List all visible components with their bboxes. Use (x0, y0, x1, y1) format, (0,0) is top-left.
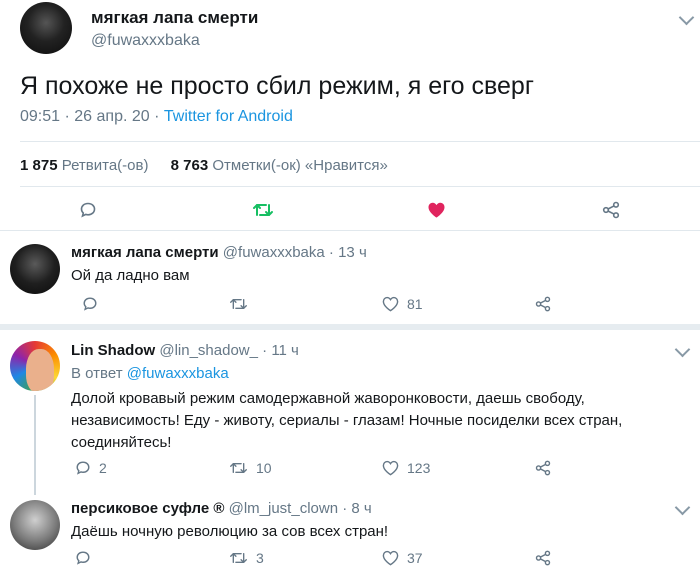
tweet-text: Я похоже не просто сбил режим, я его све… (20, 72, 534, 100)
reply-button[interactable]: 2 (75, 460, 107, 476)
reply-author-name[interactable]: Lin Shadow (71, 342, 155, 359)
reply-author-handle[interactable]: @lm_just_clown (229, 500, 338, 517)
share-button[interactable] (535, 460, 551, 476)
reply-header: мягкая лапа смерти @fuwaxxxbaka · 13 ч (71, 244, 367, 261)
reply-icon (80, 202, 96, 218)
meta-dot: · (262, 342, 268, 359)
reply-author-handle[interactable]: @fuwaxxxbaka (223, 244, 325, 261)
like-button[interactable]: 37 (382, 550, 423, 566)
chevron-down-icon[interactable] (678, 9, 695, 26)
reply-avatar[interactable] (10, 244, 60, 294)
chevron-down-icon[interactable] (674, 499, 691, 516)
meta-dot: · (342, 500, 348, 517)
share-icon (535, 550, 551, 566)
tweet-time: 09:51 (20, 108, 61, 125)
retweets-count: 1 875 (20, 157, 58, 174)
retweets-stat[interactable]: 1 875 Ретвита(-ов) (20, 157, 153, 174)
share-icon (602, 201, 620, 219)
reply-count: 2 (99, 460, 107, 476)
retweet-button[interactable]: 3 (229, 550, 264, 566)
tweet-meta: 09:51 · 26 апр. 20 · Twitter for Android (20, 108, 293, 126)
reply-text: Даёшь ночную революцию за сов всех стран… (71, 523, 389, 540)
heart-icon (382, 550, 399, 566)
share-action-button[interactable] (602, 201, 620, 219)
retweet-icon (253, 204, 273, 216)
reply-to-link[interactable]: @fuwaxxxbaka (127, 365, 229, 382)
reply-avatar[interactable] (10, 341, 60, 391)
heart-icon (382, 296, 399, 312)
retweet-icon (230, 462, 247, 474)
tweet-source[interactable]: Twitter for Android (164, 108, 293, 125)
share-button[interactable] (535, 550, 551, 566)
reply-button[interactable] (82, 296, 106, 312)
tweet-stats: 1 875 Ретвита(-ов) 8 763 Отметки(-ок) «Н… (20, 157, 388, 174)
retweet-count: 10 (256, 460, 272, 476)
reply-age[interactable]: 8 ч (351, 500, 371, 517)
retweet-count: 3 (256, 550, 264, 566)
section-divider (0, 324, 700, 330)
chevron-down-icon[interactable] (674, 341, 691, 358)
retweet-icon (230, 552, 247, 564)
retweet-icon (230, 298, 247, 310)
reply-action-button[interactable] (79, 201, 97, 219)
reply-author-name[interactable]: персиковое суфле ® (71, 500, 224, 517)
reply-to-label: В ответ (71, 365, 123, 382)
like-action-button[interactable] (427, 201, 446, 219)
retweets-label: Ретвита(-ов) (61, 157, 149, 174)
author-name[interactable]: мягкая лапа смерти (91, 8, 258, 28)
heart-icon (428, 202, 445, 218)
author-avatar[interactable] (20, 2, 72, 54)
retweet-action-button[interactable] (252, 201, 274, 219)
share-icon (535, 296, 551, 312)
divider (20, 141, 700, 142)
tweet-date: 26 апр. 20 (74, 108, 150, 125)
reply-author-handle[interactable]: @lin_shadow_ (159, 342, 258, 359)
reply-avatar[interactable] (10, 500, 60, 550)
thread-line (34, 395, 36, 495)
reply-icon (83, 297, 97, 311)
reply-age[interactable]: 13 ч (338, 244, 367, 261)
like-count: 81 (407, 296, 423, 312)
reply-age[interactable]: 11 ч (271, 342, 299, 359)
likes-stat[interactable]: 8 763 Отметки(-ок) «Нравится» (171, 157, 388, 174)
heart-icon (382, 460, 399, 476)
like-button[interactable]: 81 (382, 296, 423, 312)
share-button[interactable] (535, 296, 551, 312)
retweet-button[interactable]: 10 (229, 460, 272, 476)
reply-button[interactable] (75, 550, 99, 566)
likes-count: 8 763 (170, 157, 209, 174)
like-count: 37 (407, 550, 423, 566)
reply-header: персиковое суфле ® @lm_just_clown · 8 ч (71, 500, 372, 517)
reply-text: Ой да ладно вам (71, 267, 190, 284)
like-button[interactable]: 123 (382, 460, 430, 476)
divider (0, 230, 700, 231)
reply-to-line: В ответ @fuwaxxxbaka (71, 365, 229, 382)
reply-header: Lin Shadow @lin_shadow_ · 11 ч (71, 342, 299, 359)
reply-icon (76, 551, 90, 565)
meta-dot: · (64, 108, 75, 125)
retweet-button[interactable] (229, 296, 256, 312)
author-handle[interactable]: @fuwaxxxbaka (91, 32, 200, 50)
reply-author-name[interactable]: мягкая лапа смерти (71, 244, 219, 261)
reply-text: Долой кровавый режим самодержавной жавор… (71, 390, 623, 451)
divider (20, 186, 700, 187)
meta-dot: · (154, 108, 164, 125)
reply-icon (76, 461, 90, 475)
likes-label: Отметки(-ок) «Нравится» (212, 157, 388, 174)
meta-dot: · (328, 244, 334, 261)
share-icon (535, 460, 551, 476)
like-count: 123 (407, 460, 431, 476)
